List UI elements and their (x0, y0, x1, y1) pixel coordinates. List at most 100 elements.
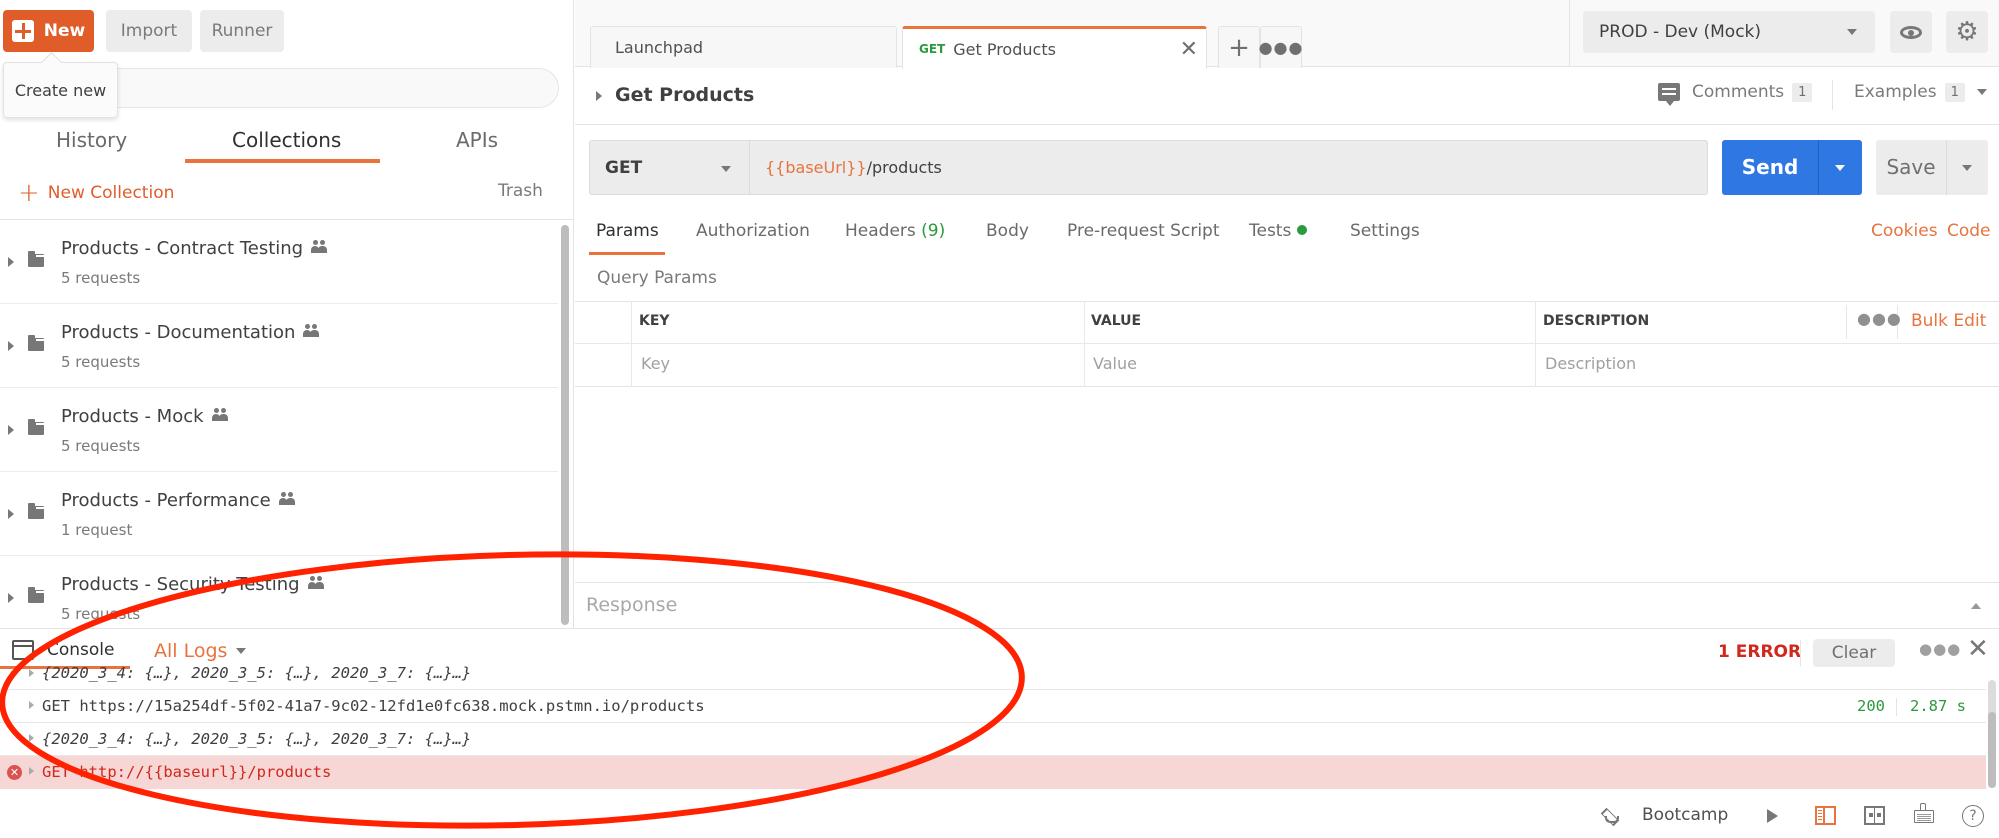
collection-item[interactable]: Products - Documentation 5 requests (0, 304, 558, 388)
column-header-key: KEY (639, 313, 670, 329)
comment-icon (1658, 83, 1680, 106)
log-text: GET http://{{baseurl}}/products (42, 763, 332, 781)
cookies-link[interactable]: Cookies (1871, 221, 1938, 241)
log-text: {2020_3_4: {…}, 2020_3_5: {…}, 2020_3_7:… (42, 730, 472, 748)
manage-environments-button[interactable]: ⚙ (1946, 11, 1988, 53)
chevron-down-icon (1847, 29, 1857, 35)
divider (1946, 140, 1947, 195)
tab-tests[interactable]: Tests (1249, 221, 1308, 241)
tab-options-button[interactable]: ●●● (1258, 26, 1304, 68)
active-tab-indicator (185, 159, 380, 163)
environment-quick-look-button[interactable] (1890, 11, 1932, 53)
chevron-down-icon[interactable] (1835, 165, 1845, 171)
tab-headers[interactable]: Headers (9) (845, 221, 945, 241)
tab-label: Get Products (953, 39, 1056, 59)
environment-select[interactable]: PROD - Dev (Mock) (1583, 11, 1875, 53)
import-button[interactable]: Import (106, 10, 192, 52)
log-entry[interactable]: GET https://15a254df-5f02-41a7-9c02-12fd… (0, 690, 1986, 723)
tab-params[interactable]: Params (596, 221, 659, 241)
tab-collections[interactable]: Collections (232, 128, 341, 152)
collection-item[interactable]: Products - Mock 5 requests (0, 388, 558, 472)
key-input[interactable]: Key (641, 354, 670, 373)
team-icon (311, 240, 328, 253)
browse-layout-icon[interactable] (1815, 806, 1836, 825)
comments-count-badge: 1 (1792, 82, 1813, 102)
log-entry-error[interactable]: ✕ GET http://{{baseurl}}/products (0, 756, 1986, 789)
ellipsis-icon: ●●● (1258, 38, 1304, 57)
url-path: /products (866, 158, 942, 177)
graduation-cap-icon (1600, 808, 1622, 823)
chevron-down-icon (1976, 89, 1987, 95)
play-icon[interactable] (1767, 809, 1778, 823)
tab-apis[interactable]: APIs (456, 128, 498, 152)
sidebar-scrollbar[interactable] (561, 225, 569, 625)
method-badge: GET (919, 42, 946, 56)
team-icon (211, 408, 228, 421)
expand-caret-icon[interactable] (8, 257, 14, 267)
trash-link[interactable]: Trash (498, 181, 543, 201)
plus-icon: + (18, 178, 40, 208)
method-select[interactable]: GET (589, 140, 749, 195)
comments-button[interactable]: Comments 1 (1658, 82, 1813, 106)
folder-icon (28, 335, 44, 351)
tab-launchpad[interactable]: Launchpad (590, 26, 897, 68)
tab-body[interactable]: Body (986, 221, 1029, 241)
chevron-up-icon[interactable] (1971, 603, 1981, 609)
code-link[interactable]: Code (1947, 221, 1991, 241)
chevron-down-icon[interactable] (1962, 165, 1972, 171)
expand-caret-icon[interactable] (596, 91, 602, 101)
environment-label: PROD - Dev (Mock) (1599, 22, 1762, 42)
expand-caret-icon[interactable] (8, 593, 14, 603)
help-icon[interactable]: ? (1962, 805, 1984, 827)
expand-caret-icon[interactable] (8, 425, 14, 435)
new-collection-button[interactable]: + New Collection (18, 180, 174, 206)
expand-caret-icon[interactable] (8, 509, 14, 519)
folder-icon (28, 587, 44, 603)
send-button[interactable]: Send (1722, 140, 1862, 195)
log-entry[interactable]: {2020_3_4: {…}, 2020_3_5: {…}, 2020_3_7:… (0, 723, 1986, 756)
collection-name: Products - Mock (61, 406, 204, 427)
tab-pre-request-script[interactable]: Pre-request Script (1067, 221, 1220, 241)
examples-label: Examples (1854, 82, 1937, 102)
save-label: Save (1886, 155, 1936, 179)
expand-caret-icon[interactable] (8, 341, 14, 351)
two-pane-icon[interactable] (1864, 806, 1885, 825)
bulk-edit-link[interactable]: Bulk Edit (1911, 311, 1986, 331)
log-entry[interactable]: {2020_3_4: {…}, 2020_3_5: {…}, 2020_3_7:… (0, 656, 1986, 690)
response-panel-header[interactable] (575, 582, 1999, 628)
folder-icon (28, 251, 44, 267)
url-input[interactable]: {{baseUrl}}/products (749, 140, 1708, 195)
method-label: GET (605, 157, 643, 178)
collection-item[interactable]: Products - Performance 1 request (0, 472, 558, 556)
bootcamp-button[interactable]: Bootcamp (1600, 805, 1728, 825)
expand-caret-icon[interactable] (29, 701, 34, 709)
request-title[interactable]: Get Products (615, 84, 754, 106)
value-input[interactable]: Value (1093, 354, 1137, 373)
new-button[interactable]: New (3, 10, 94, 52)
response-status: 200 (1857, 697, 1885, 715)
save-button[interactable]: Save (1876, 140, 1988, 195)
divider (631, 301, 632, 387)
tab-settings[interactable]: Settings (1350, 221, 1420, 241)
tab-authorization[interactable]: Authorization (696, 221, 810, 241)
log-text: GET https://15a254df-5f02-41a7-9c02-12fd… (42, 697, 705, 715)
expand-caret-icon[interactable] (29, 734, 34, 742)
description-input[interactable]: Description (1545, 354, 1636, 373)
ellipsis-icon[interactable]: ●●● (1857, 309, 1902, 328)
close-icon[interactable]: ✕ (1180, 37, 1198, 62)
expand-caret-icon[interactable] (29, 767, 34, 775)
collection-item[interactable]: Products - Contract Testing 5 requests (0, 220, 558, 304)
tab-history[interactable]: History (56, 128, 127, 152)
expand-caret-icon[interactable] (29, 669, 34, 677)
console-scrollbar[interactable] (1988, 712, 1996, 788)
runner-button[interactable]: Runner (200, 10, 284, 52)
examples-count-badge: 1 (1944, 82, 1965, 102)
collection-request-count: 5 requests (61, 353, 141, 371)
column-header-description: DESCRIPTION (1543, 313, 1650, 329)
examples-button[interactable]: Examples 1 (1854, 82, 1987, 102)
chevron-down-icon (721, 166, 731, 172)
keyboard-icon[interactable] (1914, 803, 1934, 823)
headers-count: (9) (921, 221, 946, 241)
tab-get-products[interactable]: GET Get Products ✕ (902, 26, 1207, 69)
new-tab-button[interactable]: + (1218, 26, 1260, 68)
